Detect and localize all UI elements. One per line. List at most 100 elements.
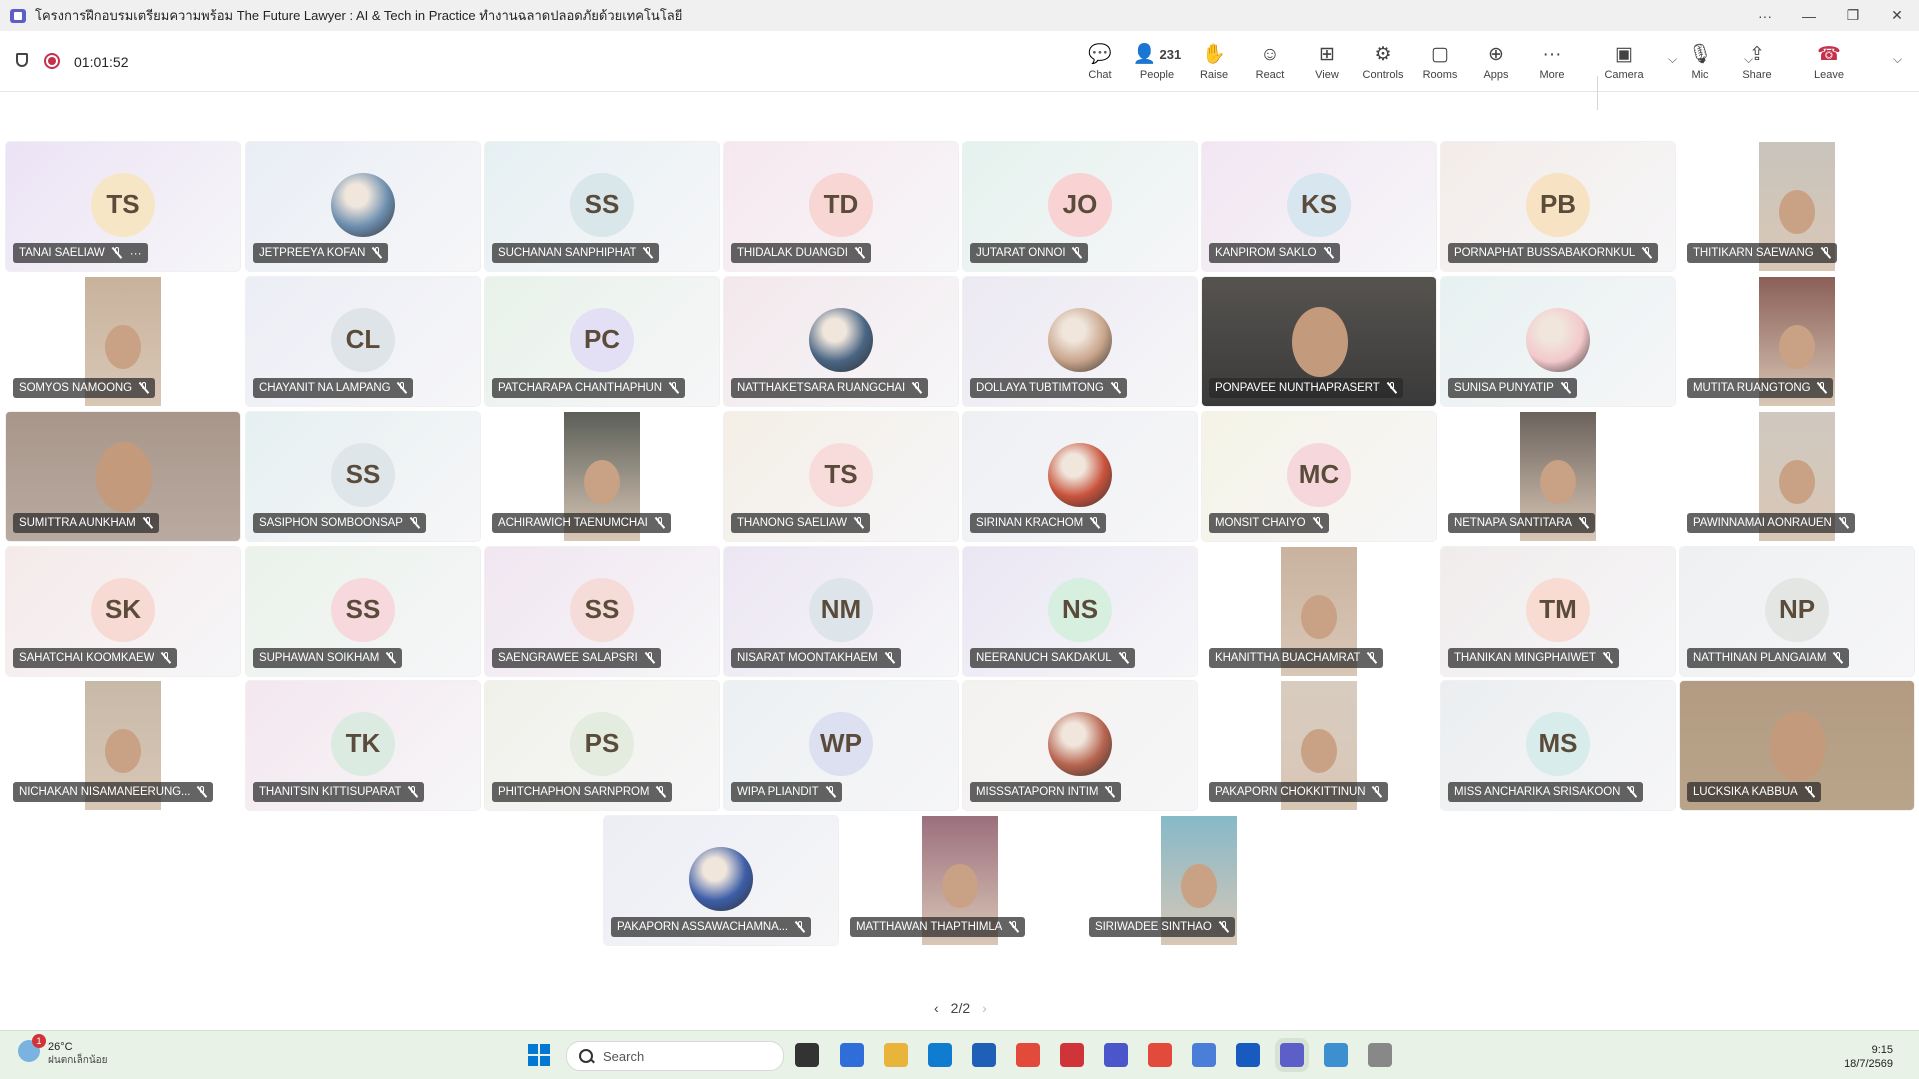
leave-button[interactable]: ☎ Leave <box>1801 42 1857 88</box>
controls-button[interactable]: ⚙ Controls <box>1355 42 1411 88</box>
restore-button[interactable]: ❐ <box>1831 0 1875 31</box>
camera-button[interactable]: ▣ Camera <box>1596 42 1652 88</box>
initials-avatar: SK <box>91 577 155 642</box>
prev-page-icon[interactable]: ‹ <box>934 1000 939 1016</box>
participant-tile[interactable]: SUMITTRA AUNKHAM <box>6 412 240 541</box>
face-shape <box>1770 711 1826 781</box>
word-icon[interactable] <box>1236 1043 1260 1067</box>
participant-tile[interactable]: CL CHAYANIT NA LAMPANG <box>246 277 480 406</box>
participant-tile[interactable]: TK THANITSIN KITTISUPARAT <box>246 681 480 810</box>
participant-tile[interactable]: PB PORNAPHAT BUSSABAKORNKUL <box>1441 142 1675 271</box>
mic-muted-icon <box>1821 247 1831 259</box>
edge-browser-icon[interactable] <box>928 1043 952 1067</box>
participant-more-icon[interactable]: ··· <box>130 246 142 260</box>
participant-tile[interactable]: NICHAKAN NISAMANEERUNG... <box>6 681 240 810</box>
weather-widget[interactable]: 1 26°C ฝนตกเล็กน้อย <box>18 1034 108 1068</box>
participant-tile[interactable]: PAWINNAMAI AONRAUEN <box>1680 412 1914 541</box>
participant-tile[interactable]: SUNISA PUNYATIP <box>1441 277 1675 406</box>
snipping-tool-icon[interactable] <box>1368 1043 1392 1067</box>
react-button[interactable]: ☺ React <box>1242 42 1298 88</box>
participant-tile[interactable]: MISSSATAPORN INTIM <box>963 681 1197 810</box>
participant-tile[interactable]: SIRIWADEE SINTHAO <box>1082 816 1316 945</box>
mic-muted-icon <box>143 517 153 529</box>
participant-tile[interactable]: JO JUTARAT ONNOI <box>963 142 1197 271</box>
face-shape <box>584 460 620 504</box>
shield-icon[interactable] <box>16 53 28 67</box>
chrome-alt-icon[interactable] <box>1148 1043 1172 1067</box>
participant-tile[interactable]: JETPREEYA KOFAN <box>246 142 480 271</box>
participant-tile[interactable]: SS SASIPHON SOMBOONSAP <box>246 412 480 541</box>
participant-tile[interactable]: SK SAHATCHAI KOOMKAEW <box>6 547 240 676</box>
photos-icon[interactable] <box>1324 1043 1348 1067</box>
participant-tile[interactable]: TM THANIKAN MINGPHAIWET <box>1441 547 1675 676</box>
participant-tile[interactable]: TS TANAI SAELIAW ··· <box>6 142 240 271</box>
participant-tile[interactable]: MC MONSIT CHAIYO <box>1202 412 1436 541</box>
participant-tile[interactable]: PONPAVEE NUNTHAPRASERT <box>1202 277 1436 406</box>
participant-tile[interactable]: SS SUPHAWAN SOIKHAM <box>246 547 480 676</box>
participant-tile[interactable]: SS SUCHANAN SANPHIPHAT <box>485 142 719 271</box>
initials-avatar: WP <box>809 711 873 776</box>
mic-muted-icon <box>386 652 396 664</box>
participant-tile[interactable]: SOMYOS NAMOONG <box>6 277 240 406</box>
task-view-icon[interactable] <box>795 1043 819 1067</box>
leave-options-chevron-icon[interactable]: ⌵ <box>1893 52 1902 67</box>
participant-tile[interactable]: KHANITTHA BUACHAMRAT <box>1202 547 1436 676</box>
apps-button[interactable]: ⊕ Apps <box>1468 42 1524 88</box>
more-button[interactable]: ··· More <box>1524 42 1580 88</box>
participant-tile[interactable]: SS SAENGRAWEE SALAPSRI <box>485 547 719 676</box>
participant-tile[interactable]: PC PATCHARAPA CHANTHAPHUN <box>485 277 719 406</box>
taskbar-search[interactable]: Search <box>566 1041 784 1071</box>
system-clock[interactable]: 9:15 18/7/2569 <box>1844 1043 1893 1071</box>
camera-options-chevron-icon[interactable]: ⌵ <box>1668 52 1677 67</box>
more-options-button[interactable]: ··· <box>1743 0 1787 31</box>
participant-tile[interactable]: NP NATTHINAN PLANGAIAM <box>1680 547 1914 676</box>
share-button[interactable]: ⇪ Share <box>1729 42 1785 88</box>
calculator-icon[interactable] <box>1192 1043 1216 1067</box>
participant-tile[interactable]: NETNAPA SANTITARA <box>1441 412 1675 541</box>
mic-muted-icon <box>197 786 207 798</box>
microsoft-365-icon[interactable] <box>840 1043 864 1067</box>
participant-tile[interactable]: MUTITA RUANGTONG <box>1680 277 1914 406</box>
chat-button[interactable]: 💬 Chat <box>1072 42 1128 88</box>
participant-tile[interactable]: MS MISS ANCHARIKA SRISAKOON <box>1441 681 1675 810</box>
participant-tile[interactable]: PS PHITCHAPHON SARNPROM <box>485 681 719 810</box>
participant-tile[interactable]: TD THIDALAK DUANGDI <box>724 142 958 271</box>
minimize-button[interactable]: — <box>1787 0 1831 31</box>
participant-tile[interactable]: MATTHAWAN THAPTHIMLA <box>843 816 1077 945</box>
participant-name: KHANITTHA BUACHAMRAT <box>1215 652 1361 664</box>
pdf-app-icon[interactable] <box>1060 1043 1084 1067</box>
participant-nameplate: PORNAPHAT BUSSABAKORNKUL <box>1448 243 1659 263</box>
profile-photo-avatar <box>1048 307 1112 372</box>
participant-tile[interactable]: THITIKARN SAEWANG <box>1680 142 1914 271</box>
participant-tile[interactable]: SIRINAN KRACHOM <box>963 412 1197 541</box>
participant-tile[interactable]: NM NISARAT MOONTAKHAEM <box>724 547 958 676</box>
next-page-icon[interactable]: › <box>982 1000 987 1016</box>
teams-classic-icon[interactable] <box>1104 1043 1128 1067</box>
face-shape <box>1301 729 1337 773</box>
participant-tile[interactable]: ACHIRAWICH TAENUMCHAI <box>485 412 719 541</box>
participant-tile[interactable]: TS THANONG SAELIAW <box>724 412 958 541</box>
mic-muted-icon <box>795 921 805 933</box>
rooms-button[interactable]: ▢ Rooms <box>1412 42 1468 88</box>
raise-button[interactable]: ✋ Raise <box>1186 42 1242 88</box>
participant-tile[interactable]: DOLLAYA TUBTIMTONG <box>963 277 1197 406</box>
participant-tile[interactable]: NATTHAKETSARA RUANGCHAI <box>724 277 958 406</box>
participant-tile[interactable]: LUCKSIKA KABBUA <box>1680 681 1914 810</box>
participant-tile[interactable]: PAKAPORN ASSAWACHAMNA... <box>604 816 838 945</box>
people-button[interactable]: 👤 231 People <box>1129 42 1185 88</box>
mic-button[interactable]: 🎙 Mic <box>1672 42 1728 88</box>
participant-tile[interactable]: NS NEERANUCH SAKDAKUL <box>963 547 1197 676</box>
mic-options-chevron-icon[interactable]: ⌵ <box>1744 52 1753 67</box>
file-explorer-icon[interactable] <box>884 1043 908 1067</box>
close-button[interactable]: ✕ <box>1875 0 1919 31</box>
chrome-icon[interactable] <box>1016 1043 1040 1067</box>
teams-icon[interactable] <box>1280 1043 1304 1067</box>
mic-muted-icon <box>656 786 666 798</box>
windows-start-icon[interactable] <box>528 1044 550 1066</box>
view-button[interactable]: ⊞ View <box>1299 42 1355 88</box>
hand-icon: ✋ <box>1202 43 1226 65</box>
participant-tile[interactable]: WP WIPA PLIANDIT <box>724 681 958 810</box>
participant-tile[interactable]: PAKAPORN CHOKKITTINUN <box>1202 681 1436 810</box>
microsoft-store-icon[interactable] <box>972 1043 996 1067</box>
participant-tile[interactable]: KS KANPIROM SAKLO <box>1202 142 1436 271</box>
